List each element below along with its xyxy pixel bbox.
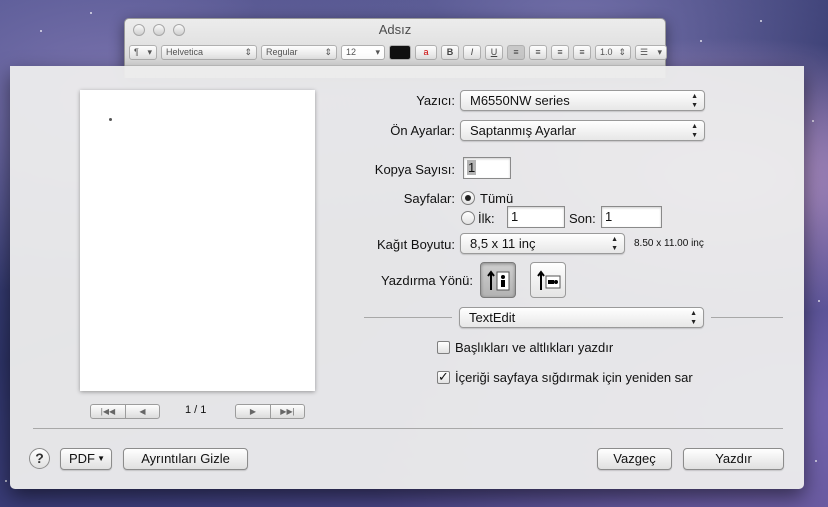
pages-all-label: Tümü [480,191,514,206]
pages-from-value: 1 [511,209,519,224]
paragraph-icon: ¶ [134,46,139,57]
font-family-popup[interactable]: Helvetica ⇕ [161,44,257,60]
previous-page-button[interactable]: ◀ [125,405,159,418]
presets-value: Saptanmış Ayarlar [470,123,576,138]
cancel-button[interactable]: Vazgeç [597,448,672,470]
paragraph-style-popup[interactable]: ¶ ▾ [129,44,157,60]
highlight-color-well[interactable]: a [415,44,437,60]
preview-content [109,118,112,121]
printer-popup[interactable]: M6550NW series ▲ ▼ [460,90,705,111]
align-left-icon[interactable]: ≡ [507,44,525,60]
pages-range-radio[interactable] [461,211,475,225]
italic-button[interactable]: I [463,44,481,60]
section-divider-right [711,317,783,318]
section-divider-left [364,317,452,318]
orientation-label: Yazdırma Yönü: [380,273,473,288]
pages-label: Sayfalar: [403,191,455,206]
chevron-updown-icon: ▲ ▼ [611,236,618,252]
star [40,30,42,32]
first-page-button[interactable]: |◀◀ [91,405,125,418]
star [818,300,820,302]
chevron-updown-icon: ▲ ▼ [691,123,698,139]
list-style-popup[interactable]: ☰ ▾ [635,44,667,60]
paper-dimensions: 8.50 x 11.00 inç [634,238,704,249]
chevron-updown-icon: ▲ ▼ [690,310,697,326]
paper-size-popup[interactable]: 8,5 x 11 inç ▲ ▼ [460,233,625,254]
font-style-value: Regular [266,46,298,57]
printer-value: M6550NW series [470,93,570,108]
landscape-orientation-button[interactable] [530,262,566,298]
print-headers-checkbox[interactable] [437,341,450,354]
star [760,20,762,22]
pages-from-label: İlk: [478,211,495,226]
font-style-popup[interactable]: Regular ⇕ [261,44,337,60]
pages-all-radio[interactable] [461,191,475,205]
presets-popup[interactable]: Saptanmış Ayarlar ▲ ▼ [460,120,705,141]
line-spacing-value: 1.0 [600,46,613,57]
copies-label: Kopya Sayısı: [374,162,455,177]
pages-to-field[interactable]: 1 [601,206,662,228]
star [5,480,7,482]
align-center-icon[interactable]: ≡ [529,44,547,60]
pages-to-value: 1 [605,209,613,224]
presets-label: Ön Ayarlar: [390,123,455,138]
pager-back-group: |◀◀ ◀ [90,404,160,419]
page-indicator: 1 / 1 [185,404,207,416]
copies-value: 1 [467,160,477,175]
align-right-icon[interactable]: ≡ [551,44,569,60]
print-headers-label: Başlıkları ve altlıkları yazdır [455,340,614,355]
chevron-updown-icon: ▲ ▼ [691,93,698,109]
app-section-value: TextEdit [469,310,516,325]
font-size-combo[interactable]: 12 ▾ [341,44,385,60]
portrait-orientation-button[interactable] [480,262,516,298]
rewrap-content-checkbox[interactable]: ✓ [437,370,450,384]
last-page-button[interactable]: ▶▶| [270,405,304,418]
text-color-well[interactable] [389,44,411,60]
star [700,40,702,42]
underline-button[interactable]: U [485,44,503,60]
pages-to-label: Son: [569,211,596,226]
list-icon: ☰ [640,46,649,57]
portrait-person-icon [487,270,510,291]
print-sheet: |◀◀ ◀ 1 / 1 ▶ ▶▶| Yazıcı: M6550NW series… [10,66,804,489]
star [812,120,814,122]
line-spacing-popup[interactable]: 1.0 ⇕ [595,44,631,60]
next-page-button[interactable]: ▶ [236,405,270,418]
help-button[interactable]: ? [29,448,50,469]
pages-from-field[interactable]: 1 [507,206,565,228]
chevron-down-icon: ▼ [97,454,105,463]
print-button[interactable]: Yazdır [683,448,784,470]
font-size-value: 12 [346,46,357,57]
footer-divider [33,428,783,429]
landscape-person-icon [537,270,561,290]
copies-field[interactable]: 1 [463,157,511,179]
pdf-menu-button[interactable]: PDF ▼ [60,448,112,470]
app-section-popup[interactable]: TextEdit ▲ ▼ [459,307,704,328]
bold-button[interactable]: B [441,44,459,60]
printer-label: Yazıcı: [416,93,455,108]
print-preview-page [80,90,315,391]
format-toolbar: ¶ ▾ Helvetica ⇕ Regular ⇕ 12 ▾ a B I U ≡ ≡ ≡… [129,44,667,60]
pdf-label: PDF [69,451,95,466]
rewrap-content-label: İçeriği sayfaya sığdırmak için yeniden s… [455,370,693,385]
paper-size-value: 8,5 x 11 inç [470,236,536,251]
font-family-value: Helvetica [166,46,204,57]
window-title: Adsız [378,22,412,37]
paper-size-label: Kağıt Boyutu: [376,237,455,252]
star [815,460,817,462]
star [90,12,92,14]
align-justify-icon[interactable]: ≡ [573,44,591,60]
pager-forward-group: ▶ ▶▶| [235,404,305,419]
hide-details-button[interactable]: Ayrıntıları Gizle [123,448,248,470]
